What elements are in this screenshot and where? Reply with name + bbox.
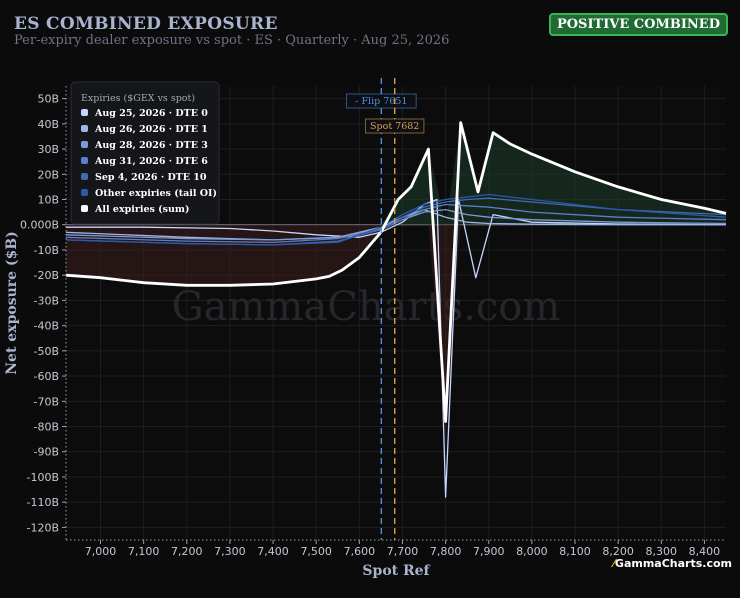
legend-swatch: [81, 141, 88, 148]
y-tick-label: 40B: [37, 118, 59, 131]
legend-label: Aug 28, 2026 · DTE 3: [94, 140, 208, 151]
y-tick-label: -20B: [33, 269, 59, 282]
brand-text: GammaCharts.com: [614, 557, 732, 570]
x-tick-label: 7,100: [128, 545, 160, 558]
legend-label: All expiries (sum): [94, 204, 189, 215]
x-tick-label: 7,900: [473, 545, 505, 558]
y-tick-label: 0.000B: [20, 219, 59, 232]
x-tick-label: 7,700: [387, 545, 419, 558]
y-tick-label: -90B: [33, 446, 59, 459]
x-tick-label: 7,400: [257, 545, 289, 558]
y-tick-label: -110B: [26, 496, 59, 509]
legend-swatch: [81, 173, 88, 180]
legend-label: Aug 25, 2026 · DTE 0: [94, 108, 208, 119]
y-tick-label: -40B: [33, 320, 59, 333]
y-tick-label: 20B: [37, 168, 59, 181]
legend-swatch: [81, 189, 88, 196]
legend-swatch: [81, 205, 88, 212]
x-tick-label: 8,100: [559, 545, 591, 558]
y-tick-label: 50B: [37, 93, 59, 106]
legend-swatch: [81, 125, 88, 132]
y-tick-label: -50B: [33, 345, 59, 358]
x-tick-label: 7,800: [430, 545, 462, 558]
x-tick-label: 7,500: [300, 545, 332, 558]
legend-label: Other expiries (tail OI): [95, 188, 217, 199]
legend-label: Aug 26, 2026 · DTE 1: [94, 124, 208, 135]
y-axis-label: Net exposure ($B): [4, 231, 20, 374]
marker-label-0: - Flip 7651: [355, 96, 407, 107]
y-tick-label: -100B: [26, 471, 59, 484]
x-tick-label: 7,600: [344, 545, 376, 558]
brand-logo: ⁄GammaCharts.com: [613, 557, 732, 570]
legend-label: Aug 31, 2026 · DTE 6: [94, 156, 208, 167]
y-tick-label: -80B: [33, 421, 59, 434]
y-tick-label: 10B: [37, 194, 59, 207]
y-tick-label: -70B: [33, 395, 59, 408]
y-tick-label: -120B: [26, 521, 59, 534]
y-tick-label: -60B: [33, 370, 59, 383]
legend-title: Expiries ($GEX vs spot): [81, 93, 195, 104]
x-tick-label: 7,200: [171, 545, 203, 558]
exposure-chart: GammaCharts.com - Flip 7651 Spot 7682 7,0…: [4, 78, 727, 579]
x-tick-label: 7,300: [214, 545, 246, 558]
y-tick-label: -10B: [33, 244, 59, 257]
marker-label-1: Spot 7682: [370, 121, 419, 132]
x-axis-label: Spot Ref: [362, 563, 430, 579]
legend-label: Sep 4, 2026 · DTE 10: [95, 172, 207, 183]
watermark: GammaCharts.com: [172, 284, 561, 330]
y-tick-label: 30B: [37, 143, 59, 156]
legend: Expiries ($GEX vs spot) Aug 25, 2026 · DT…: [70, 81, 220, 225]
legend-swatch: [81, 109, 88, 116]
legend-swatch: [81, 157, 88, 164]
x-tick-label: 7,000: [85, 545, 117, 558]
x-tick-label: 8,000: [516, 545, 548, 558]
y-tick-label: -30B: [33, 294, 59, 307]
